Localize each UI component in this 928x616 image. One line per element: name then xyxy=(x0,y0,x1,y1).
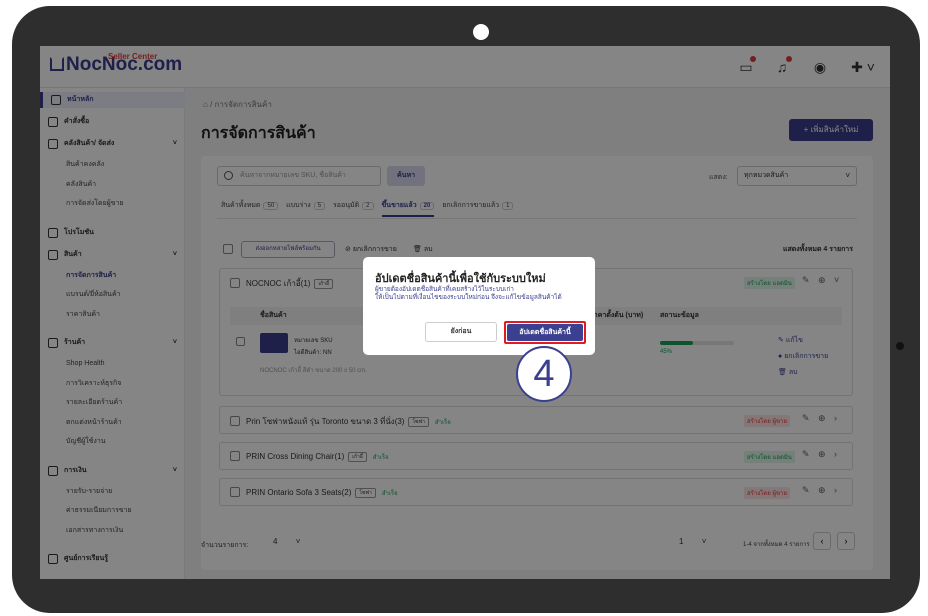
dialog-title: อัปเดตชื่อสินค้านี้เพื่อใช้กับระบบใหม่ xyxy=(375,273,546,285)
update-name-label: อัปเดตชื่อสินค้านี้ xyxy=(507,324,583,341)
update-name-dialog: อัปเดตชื่อสินค้านี้เพื่อใช้กับระบบใหม่ ผ… xyxy=(363,257,595,355)
dialog-description: ผู้ขายต้องอัปเดตชื่อสินค้าที่เคยสร้างไว้… xyxy=(375,286,589,302)
side-button xyxy=(896,342,904,350)
camera-dot xyxy=(473,24,489,40)
step-number-marker: 4 xyxy=(516,346,572,402)
dialog-desc-line2: ให้เป็นไปตามที่เงื่อนไขของระบบใหม่ก่อน จ… xyxy=(375,294,562,301)
later-button[interactable]: ยังก่อน xyxy=(425,322,497,342)
dialog-desc-line1: ผู้ขายต้องอัปเดตชื่อสินค้าที่เคยสร้างไว้… xyxy=(375,286,514,293)
screen: NocNoc.com Seller Center ▭ ♫ ◉ ✚ ˅ หน้าห… xyxy=(40,46,890,579)
update-name-button[interactable]: อัปเดตชื่อสินค้านี้ xyxy=(504,321,586,344)
